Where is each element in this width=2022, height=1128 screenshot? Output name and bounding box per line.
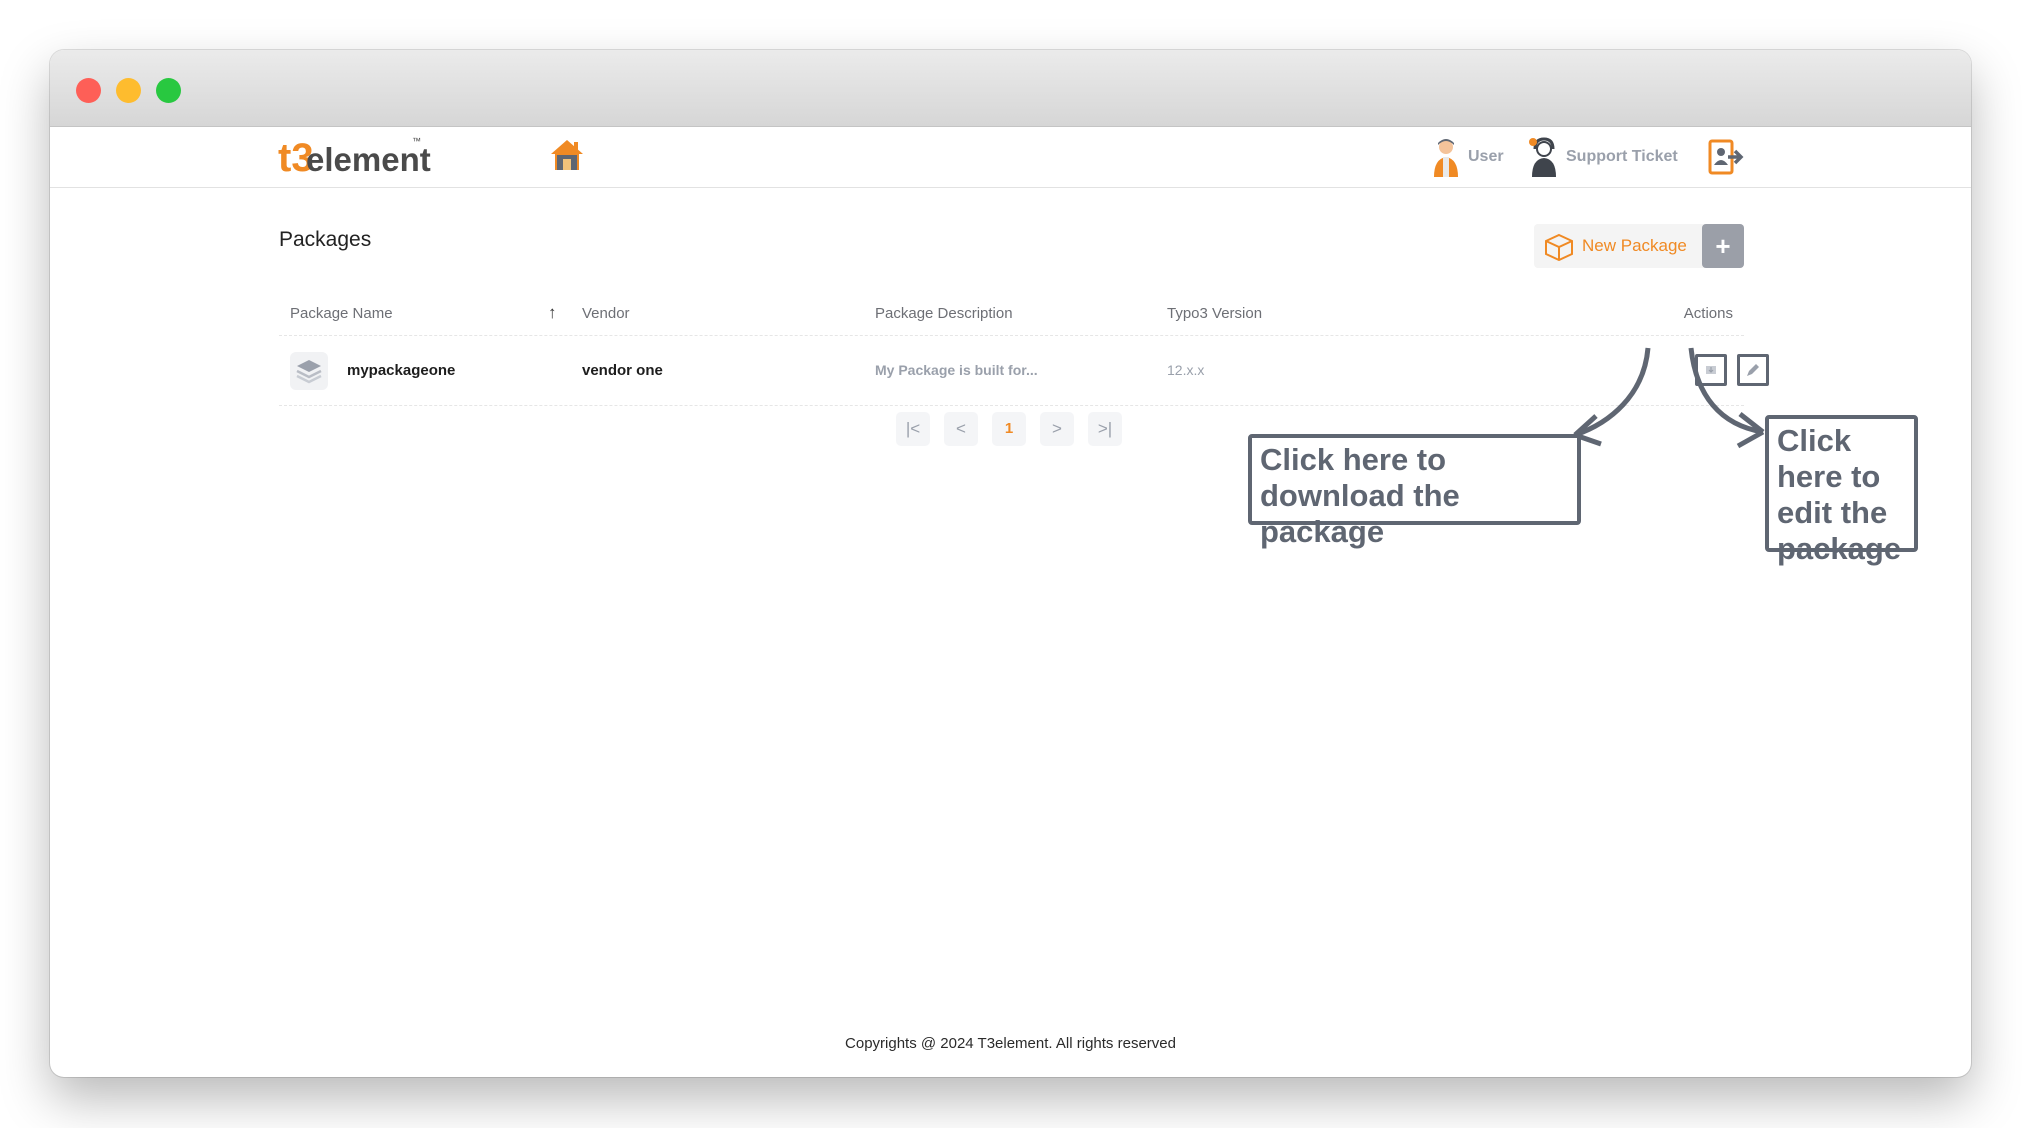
nav-user[interactable]: User: [1430, 135, 1504, 179]
nav-support-ticket[interactable]: Support Ticket: [1528, 135, 1678, 179]
package-box-icon: [1544, 233, 1574, 262]
support-agent-icon: [1528, 137, 1560, 177]
package-layers-icon: [290, 352, 328, 390]
top-navbar: t3 element ™ User Support Ticket: [50, 127, 1971, 188]
logo-text: element: [306, 141, 431, 178]
edit-annotation: Click here to edit the package: [1765, 415, 1918, 566]
nav-support-label: Support Ticket: [1566, 148, 1678, 165]
header-typo3-version: Typo3 Version: [1167, 305, 1263, 322]
table-row: mypackageone vendor one My Package is bu…: [279, 337, 1769, 406]
current-page-button[interactable]: 1: [992, 412, 1026, 446]
page-title: Packages: [279, 228, 372, 251]
package-name-cell[interactable]: mypackageone: [347, 362, 455, 379]
header-package-description: Package Description: [875, 305, 1013, 322]
nav-user-label: User: [1468, 148, 1504, 165]
close-window-button[interactable]: [76, 78, 101, 103]
home-icon[interactable]: [549, 137, 585, 173]
minimize-window-button[interactable]: [116, 78, 141, 103]
new-package-button[interactable]: New Package +: [1534, 224, 1744, 268]
user-avatar-icon: [1430, 137, 1462, 177]
header-actions: Actions: [1683, 305, 1733, 322]
pencil-icon: [1747, 364, 1759, 376]
download-annotation: Click here to download the package: [1248, 434, 1581, 549]
vendor-cell: vendor one: [582, 362, 663, 379]
typo3-version-cell: 12.x.x: [1167, 362, 1205, 378]
footer-copyright: Copyrights @ 2024 T3element. All rights …: [845, 1035, 1176, 1052]
sort-ascending-icon[interactable]: ↑: [548, 303, 557, 323]
header-package-name: Package Name: [290, 305, 393, 322]
plus-icon: +: [1702, 224, 1744, 268]
new-package-label: New Package: [1582, 236, 1687, 255]
brand-logo[interactable]: t3 element ™: [278, 136, 431, 180]
first-page-button[interactable]: |<: [896, 412, 930, 446]
browser-window: t3 element ™ User Support Ticket Package…: [50, 50, 1971, 1077]
header-vendor: Vendor: [582, 305, 630, 322]
download-icon: [1706, 366, 1716, 374]
window-titlebar: [50, 50, 1971, 127]
edit-button[interactable]: [1737, 354, 1769, 386]
last-page-button[interactable]: >|: [1088, 412, 1122, 446]
logo-trademark: ™: [412, 136, 421, 146]
maximize-window-button[interactable]: [156, 78, 181, 103]
download-button[interactable]: [1695, 354, 1727, 386]
annotation-arrows: [1573, 347, 1765, 449]
previous-page-button[interactable]: <: [944, 412, 978, 446]
logout-icon[interactable]: [1708, 139, 1744, 175]
description-cell: My Package is built for...: [875, 362, 1038, 378]
next-page-button[interactable]: >: [1040, 412, 1074, 446]
table-header: Package Name ↑ Vendor Package Descriptio…: [279, 295, 1744, 336]
